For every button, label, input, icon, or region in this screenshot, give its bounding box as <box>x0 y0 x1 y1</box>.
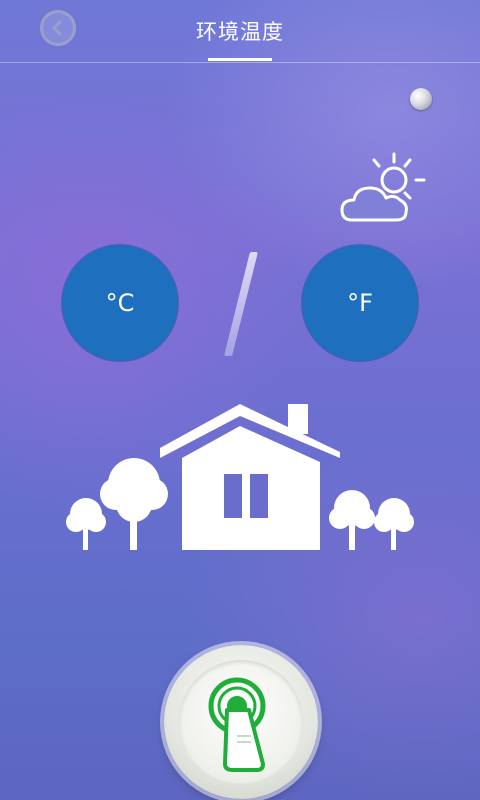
header-bar: 环境温度 <box>0 0 480 63</box>
partly-cloudy-icon <box>338 150 430 230</box>
fahrenheit-button[interactable]: °F <box>302 245 418 361</box>
unit-divider <box>224 252 258 356</box>
status-dot-icon <box>410 88 432 110</box>
title-underline <box>208 58 272 61</box>
fahrenheit-label: °F <box>347 289 373 317</box>
finger-touch-icon <box>179 660 303 784</box>
house-with-trees-icon <box>64 400 416 560</box>
celsius-button[interactable]: °C <box>62 245 178 361</box>
measure-button[interactable] <box>164 645 318 799</box>
celsius-label: °C <box>105 289 135 317</box>
page-title: 环境温度 <box>196 20 284 44</box>
